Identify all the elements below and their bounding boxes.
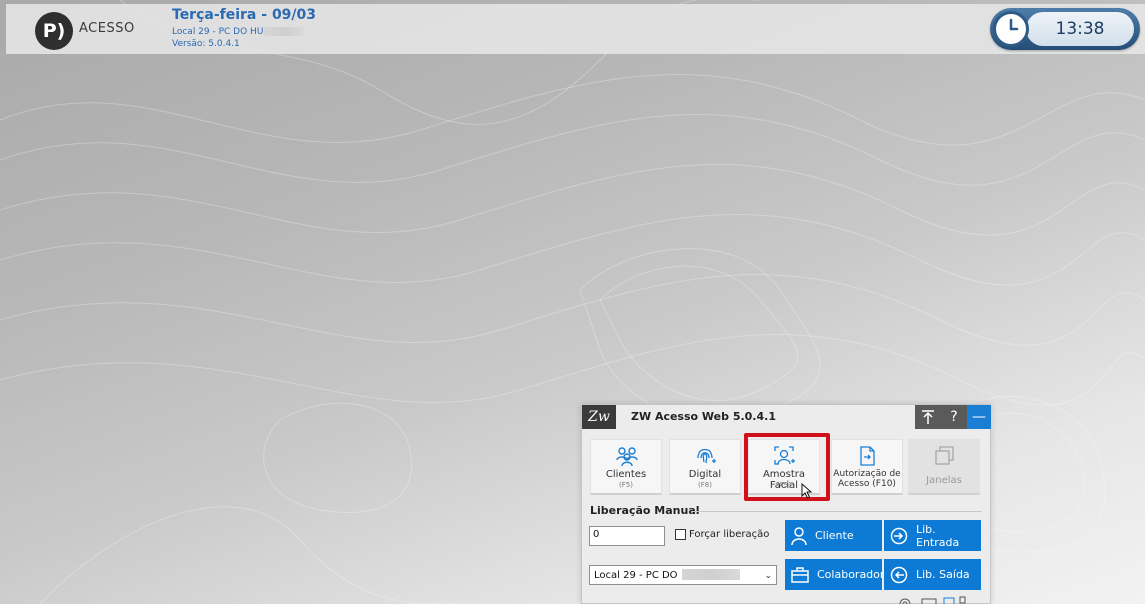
exit-icon (890, 566, 908, 583)
section-divider (692, 511, 982, 512)
zw-acesso-window: Zw ZW Acesso Web 5.0.4.1 ? — Clientes (F… (581, 404, 991, 604)
redacted-text (264, 27, 305, 36)
minimize-button[interactable]: — (967, 405, 991, 429)
tool-digital-label: Digital (688, 469, 722, 480)
tool-janelas-label: Janelas (926, 475, 962, 486)
clock-display: 13:38 (1026, 12, 1134, 46)
force-release-checkbox[interactable]: Forçar liberação (675, 529, 769, 540)
briefcase-icon (791, 566, 809, 583)
tool-autorizacao-line2: Acesso (F10) (838, 479, 896, 489)
app-logo: Zw (582, 405, 616, 429)
top-header: P) ACESSO Terça-feira - 09/03 Local 29 -… (6, 4, 1145, 54)
client-code-input[interactable]: 0 (589, 526, 665, 546)
redacted-text (681, 569, 740, 580)
tool-clientes-label: Clientes (605, 469, 647, 480)
fingerprint-icon (697, 448, 716, 464)
user-icon (791, 526, 807, 545)
lib-saida-label: Lib. Saída (916, 568, 970, 581)
window-titlebar[interactable]: Zw ZW Acesso Web 5.0.4.1 ? — (582, 405, 991, 429)
clock-icon (993, 11, 1029, 47)
location-label: Local 29 - PC DO HU (172, 27, 305, 37)
document-access-icon (860, 446, 875, 466)
status-icons (899, 596, 966, 604)
location-select-value: Local 29 - PC DO (594, 570, 678, 581)
brand-logo: P) (35, 12, 73, 50)
lib-entrada-label: Lib. Entrada (916, 522, 960, 549)
tool-digital[interactable]: Digital (F8) (669, 439, 741, 495)
chevron-down-icon: ⌄ (764, 571, 772, 581)
manual-release-title: Liberação Manual (590, 504, 700, 517)
colaborador-button[interactable]: Colaborador (785, 559, 885, 590)
tool-janelas[interactable]: Janelas (908, 439, 980, 495)
checkbox-box[interactable] (675, 529, 686, 540)
tool-digital-key: (F8) (698, 481, 712, 489)
version-label: Versão: 5.0.4.1 (172, 39, 240, 49)
cliente-button-label: Cliente (815, 529, 854, 542)
clock-widget: 13:38 (990, 8, 1140, 50)
force-release-label: Forçar liberação (689, 529, 770, 540)
date-label: Terça-feira - 09/03 (172, 7, 317, 23)
brand-name: ACESSO (79, 21, 135, 36)
location-select[interactable]: Local 29 - PC DO ⌄ (589, 565, 777, 585)
users-icon (616, 447, 638, 466)
pin-top-button[interactable] (915, 405, 941, 429)
location-text: Local 29 - PC DO HU (172, 27, 264, 37)
enter-icon (890, 527, 908, 544)
tool-clientes[interactable]: Clientes (F5) (590, 439, 662, 495)
tool-autorizacao-acesso[interactable]: Autorização de Acesso (F10) (831, 439, 903, 495)
mouse-cursor-icon (801, 483, 813, 499)
highlight-box (744, 433, 830, 501)
lib-entrada-button[interactable]: Lib. Entrada (884, 520, 981, 551)
windows-icon (935, 446, 954, 465)
tool-autorizacao-label: Autorização de Acesso (F10) (832, 469, 902, 489)
help-button[interactable]: ? (941, 405, 967, 429)
clock-time: 13:38 (1055, 19, 1105, 39)
tool-autorizacao-line1: Autorização de (833, 469, 901, 479)
cliente-button[interactable]: Cliente (785, 520, 882, 551)
lib-saida-button[interactable]: Lib. Saída (884, 559, 981, 590)
tool-clientes-key: (F5) (619, 481, 633, 489)
pin-top-icon (922, 410, 934, 424)
window-title: ZW Acesso Web 5.0.4.1 (631, 410, 776, 423)
colaborador-label: Colaborador (817, 568, 885, 581)
